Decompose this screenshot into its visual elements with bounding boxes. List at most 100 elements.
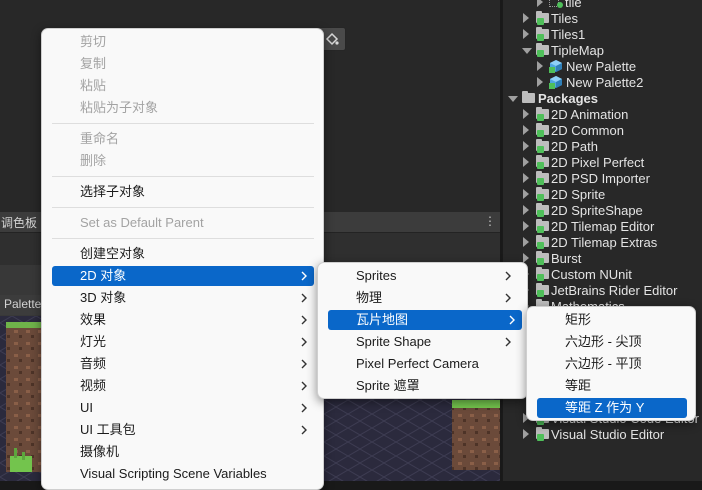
expand-arrow-icon[interactable] [523, 429, 529, 439]
tree-item-tiles[interactable]: Tiles [503, 11, 702, 27]
tree-item-package[interactable]: 2D PSD Importer [503, 171, 702, 187]
menu-item-paste[interactable]: 粘贴 [52, 76, 314, 96]
package-folder-icon [536, 219, 549, 233]
tree-item-tiplemap[interactable]: TipleMap [503, 43, 702, 59]
expand-arrow-icon[interactable] [523, 157, 529, 167]
expand-arrow-icon[interactable] [523, 221, 529, 231]
collapse-arrow-icon[interactable] [522, 48, 532, 54]
menu-item-hexagonal-point-top[interactable]: 六边形 - 尖顶 [537, 332, 687, 352]
expand-arrow-icon[interactable] [537, 61, 543, 71]
tree-item-package[interactable]: 2D Tilemap Editor [503, 219, 702, 235]
prefab-cube-icon [549, 76, 562, 89]
menu-item-set-default-parent[interactable]: Set as Default Parent [52, 213, 314, 233]
menu-item-delete[interactable]: 删除 [52, 151, 314, 171]
tree-item-package[interactable]: JetBrains Rider Editor [503, 283, 702, 299]
menu-item-ui[interactable]: UI [52, 398, 314, 418]
tree-item-package[interactable]: 2D Sprite [503, 187, 702, 203]
tree-item-label: 2D Common [551, 123, 624, 138]
menu-item-rectangular[interactable]: 矩形 [537, 310, 687, 330]
menu-item-label: Pixel Perfect Camera [356, 356, 479, 371]
menu-item-label: 创建空对象 [80, 246, 146, 261]
expand-arrow-icon[interactable] [523, 125, 529, 135]
tree-item-package[interactable]: 2D Pixel Perfect [503, 155, 702, 171]
expand-arrow-icon[interactable] [523, 173, 529, 183]
menu-item-label: 3D 对象 [80, 290, 127, 305]
submenu-arrow-icon [301, 403, 307, 413]
tree-item-package[interactable]: 2D SpriteShape [503, 203, 702, 219]
expand-arrow-icon[interactable] [523, 205, 529, 215]
tree-item-package[interactable]: Burst [503, 251, 702, 267]
menu-item-pixel-perfect-camera[interactable]: Pixel Perfect Camera [328, 354, 518, 374]
menu-item-hexagonal-flat-top[interactable]: 六边形 - 平顶 [537, 354, 687, 374]
menu-item-paste-as-child[interactable]: 粘贴为子对象 [52, 98, 314, 118]
tree-item-package[interactable]: Custom NUnit [503, 267, 702, 283]
tree-item-package[interactable]: 2D Common [503, 123, 702, 139]
menu-item-visual-scripting-scene-variables[interactable]: Visual Scripting Scene Variables [52, 464, 314, 484]
menu-item-audio[interactable]: 音频 [52, 354, 314, 374]
paint-bucket-icon [325, 32, 339, 46]
tree-item-package[interactable]: Visual Studio Editor [503, 427, 702, 443]
package-folder-icon [536, 187, 549, 201]
tree-item-new-palette2[interactable]: New Palette2 [503, 75, 702, 91]
menu-item-2d-object[interactable]: 2D 对象 [52, 266, 314, 286]
tree-item-label: JetBrains Rider Editor [551, 283, 678, 298]
tree-item-package[interactable]: 2D Animation [503, 107, 702, 123]
menu-item-sprites[interactable]: Sprites [328, 266, 518, 286]
menu-item-label: UI 工具包 [80, 422, 136, 437]
collapse-arrow-icon[interactable] [508, 96, 518, 102]
menu-item-label: Sprites [356, 268, 397, 283]
expand-arrow-icon[interactable] [523, 237, 529, 247]
submenu-arrow-icon [301, 425, 307, 435]
expand-arrow-icon[interactable] [523, 189, 529, 199]
tree-item-label: 2D Sprite [551, 187, 606, 202]
submenu-arrow-icon [301, 315, 307, 325]
menu-item-label: 音频 [80, 356, 107, 371]
menu-item-isometric-z-as-y[interactable]: 等距 Z 作为 Y [537, 398, 687, 418]
tree-item-label: 2D Animation [551, 107, 629, 122]
menu-separator [52, 176, 314, 177]
menu-item-3d-object[interactable]: 3D 对象 [52, 288, 314, 308]
submenu-arrow-icon [301, 271, 307, 281]
menu-item-cut[interactable]: 剪切 [52, 32, 314, 52]
menu-item-isometric[interactable]: 等距 [537, 376, 687, 396]
menu-item-physics[interactable]: 物理 [328, 288, 518, 308]
menu-item-video[interactable]: 视频 [52, 376, 314, 396]
menu-item-ui-toolkit[interactable]: UI 工具包 [52, 420, 314, 440]
prefab-cube-icon [549, 60, 562, 73]
expand-arrow-icon[interactable] [523, 253, 529, 263]
tree-item-new-palette[interactable]: New Palette [503, 59, 702, 75]
menu-item-effects[interactable]: 效果 [52, 310, 314, 330]
package-folder-icon [536, 107, 549, 121]
tree-item-tiles1[interactable]: Tiles1 [503, 27, 702, 43]
expand-arrow-icon[interactable] [523, 141, 529, 151]
palette-tab-title[interactable]: 调色板 [1, 214, 37, 231]
tree-item-package[interactable]: 2D Path [503, 139, 702, 155]
menu-item-tilemap[interactable]: 瓦片地图 [328, 310, 522, 330]
menu-item-create-empty[interactable]: 创建空对象 [52, 244, 314, 264]
tree-item-packages[interactable]: Packages [503, 91, 702, 107]
menu-item-label: 矩形 [565, 312, 592, 327]
menu-item-copy[interactable]: 复制 [52, 54, 314, 74]
expand-arrow-icon[interactable] [537, 0, 543, 7]
menu-item-light[interactable]: 灯光 [52, 332, 314, 352]
menu-item-rename[interactable]: 重命名 [52, 129, 314, 149]
menu-item-camera[interactable]: 摄像机 [52, 442, 314, 462]
menu-item-label: 瓦片地图 [356, 312, 409, 327]
submenu-arrow-icon [301, 293, 307, 303]
tree-item-package[interactable]: 2D Tilemap Extras [503, 235, 702, 251]
expand-arrow-icon[interactable] [537, 77, 543, 87]
expand-arrow-icon[interactable] [523, 13, 529, 23]
menu-item-label: UI [80, 400, 93, 415]
expand-arrow-icon[interactable] [523, 109, 529, 119]
folder-open-icon [536, 43, 549, 57]
tree-item-label: tile [565, 0, 582, 10]
menu-item-label: 2D 对象 [80, 268, 127, 283]
palette-header-label[interactable]: Palette [4, 297, 41, 311]
menu-item-sprite-shape[interactable]: Sprite Shape [328, 332, 518, 352]
package-folder-icon [536, 235, 549, 249]
expand-arrow-icon[interactable] [523, 29, 529, 39]
tree-item-tile[interactable]: tile [503, 0, 702, 11]
kebab-menu-icon[interactable]: ⋮ [484, 214, 496, 228]
menu-item-select-children[interactable]: 选择子对象 [52, 182, 314, 202]
menu-item-sprite-mask[interactable]: Sprite 遮罩 [328, 376, 518, 396]
